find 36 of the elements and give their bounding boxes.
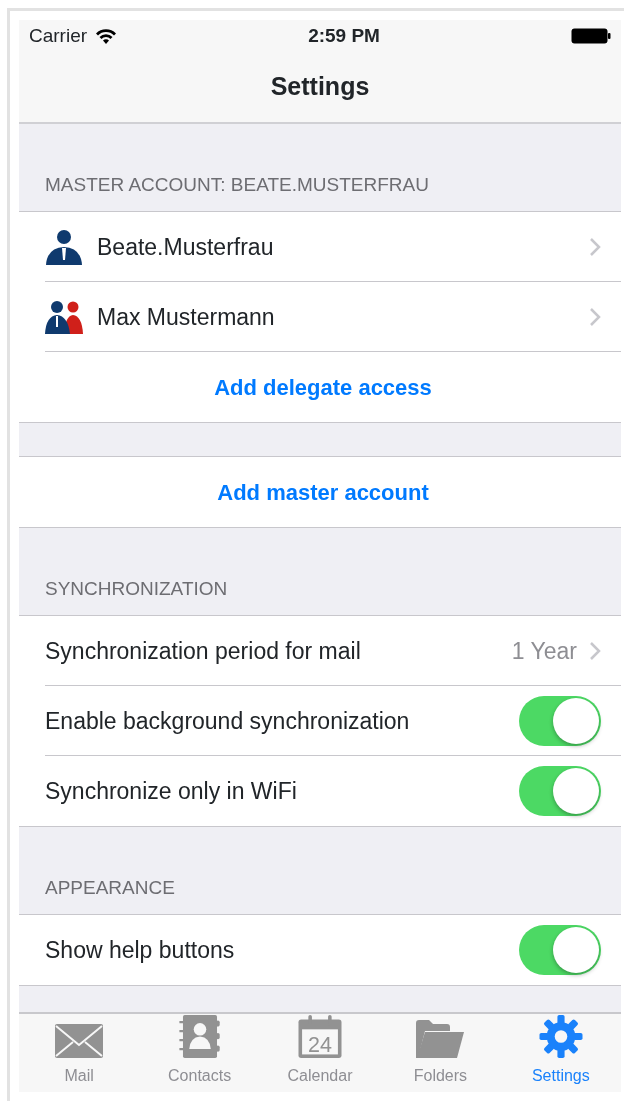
- person-icon: [45, 229, 83, 265]
- envelope-icon: [55, 1024, 104, 1058]
- account-row[interactable]: Beate.Musterfrau: [19, 212, 621, 282]
- status-time: 2:59 PM: [307, 23, 381, 48]
- tab-item[interactable]: Folders: [380, 1014, 501, 1092]
- nav-title: Settings: [270, 71, 370, 103]
- wifi-icon: [95, 28, 118, 44]
- account-name: Max Mustermann: [97, 302, 276, 332]
- settings-row[interactable]: Synchronization period for mail 1 Year: [19, 616, 621, 686]
- row-label: Synchronization period for mail: [45, 636, 362, 666]
- folder-icon: [416, 1020, 465, 1058]
- action-link[interactable]: Add delegate access: [214, 370, 432, 404]
- section-header: SYNCHRONIZATION: [45, 576, 228, 601]
- tab-item[interactable]: Settings: [500, 1014, 621, 1092]
- chevron-icon: [589, 307, 601, 327]
- tab-item[interactable]: Contacts: [139, 1014, 260, 1092]
- tab-item[interactable]: Mail: [19, 1014, 140, 1092]
- action-link[interactable]: Add master account: [217, 475, 429, 509]
- row-value: 1 Year: [511, 636, 577, 666]
- row-label: Synchronize only in WiFi: [45, 776, 298, 806]
- battery-icon: [571, 28, 611, 44]
- row-label: Show help buttons: [45, 935, 236, 965]
- chevron-icon: [589, 237, 601, 257]
- toggle-switch[interactable]: [519, 766, 601, 816]
- tab-item[interactable]: 24 Calendar: [259, 1014, 381, 1092]
- carrier-name: Carrier: [29, 23, 88, 48]
- account-name: Beate.Musterfrau: [97, 232, 275, 262]
- account-row[interactable]: Max Mustermann: [19, 282, 621, 352]
- people-icon: [45, 300, 83, 334]
- section-header: APPEARANCE: [45, 875, 175, 900]
- row-label: Enable background synchronization: [45, 706, 411, 736]
- toggle-switch[interactable]: [519, 696, 601, 746]
- chevron-icon: [589, 641, 601, 661]
- section-header: MASTER ACCOUNT: BEATE.MUSTERFRAU: [45, 172, 429, 197]
- address-book-icon: [176, 1015, 223, 1058]
- toggle-switch[interactable]: [519, 925, 601, 975]
